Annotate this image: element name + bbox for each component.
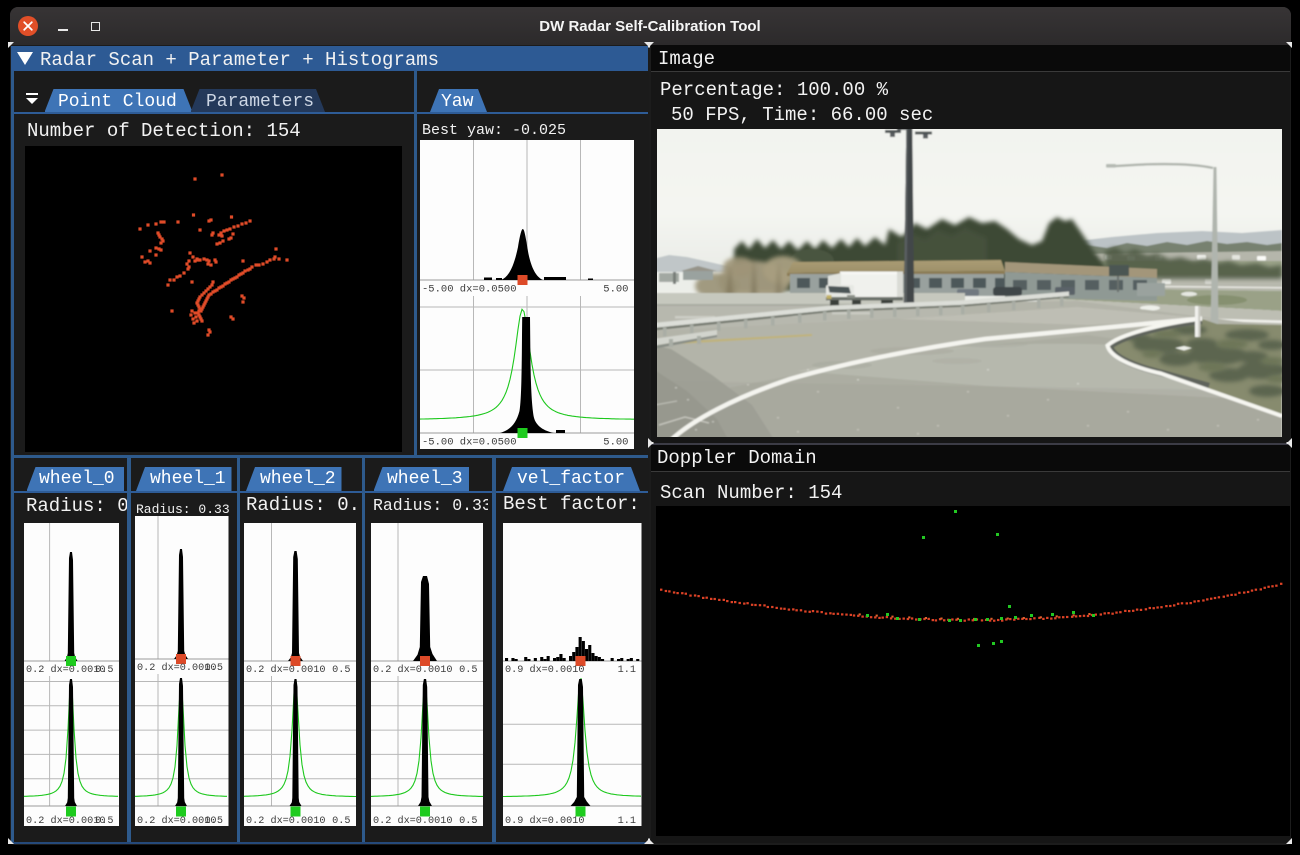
svg-text:0.2 dx=0.0010: 0.2 dx=0.0010 <box>26 815 105 826</box>
svg-text:0.9 dx=0.0010: 0.9 dx=0.0010 <box>505 664 584 676</box>
svg-text:5.00: 5.00 <box>603 284 628 296</box>
svg-text:0.2 dx=0.0010: 0.2 dx=0.0010 <box>373 815 452 826</box>
svg-text:0.2 dx=0.0010: 0.2 dx=0.0010 <box>373 664 452 676</box>
svg-text:0.5: 0.5 <box>95 665 113 676</box>
svg-text:0.5: 0.5 <box>205 663 223 674</box>
svg-text:0.2 dx=0.0010: 0.2 dx=0.0010 <box>26 664 105 676</box>
svg-text:1.1: 1.1 <box>618 665 636 676</box>
svg-text:0.2 dx=0.0010: 0.2 dx=0.0010 <box>246 664 325 676</box>
svg-text:-5.00 dx=0.0500: -5.00 dx=0.0500 <box>422 437 517 449</box>
svg-text:5.00: 5.00 <box>603 437 628 449</box>
svg-text:0.2 dx=0.0010: 0.2 dx=0.0010 <box>246 815 325 826</box>
svg-text:0.9 dx=0.0010: 0.9 dx=0.0010 <box>505 815 584 826</box>
svg-text:0.5: 0.5 <box>205 816 223 826</box>
svg-text:1.1: 1.1 <box>618 816 636 826</box>
svg-text:0.5: 0.5 <box>459 816 477 826</box>
svg-text:0.5: 0.5 <box>95 816 113 826</box>
svg-text:-5.00 dx=0.0500: -5.00 dx=0.0500 <box>422 284 517 296</box>
svg-text:0.5: 0.5 <box>332 665 350 676</box>
svg-text:0.5: 0.5 <box>332 816 350 826</box>
svg-text:0.5: 0.5 <box>459 665 477 676</box>
